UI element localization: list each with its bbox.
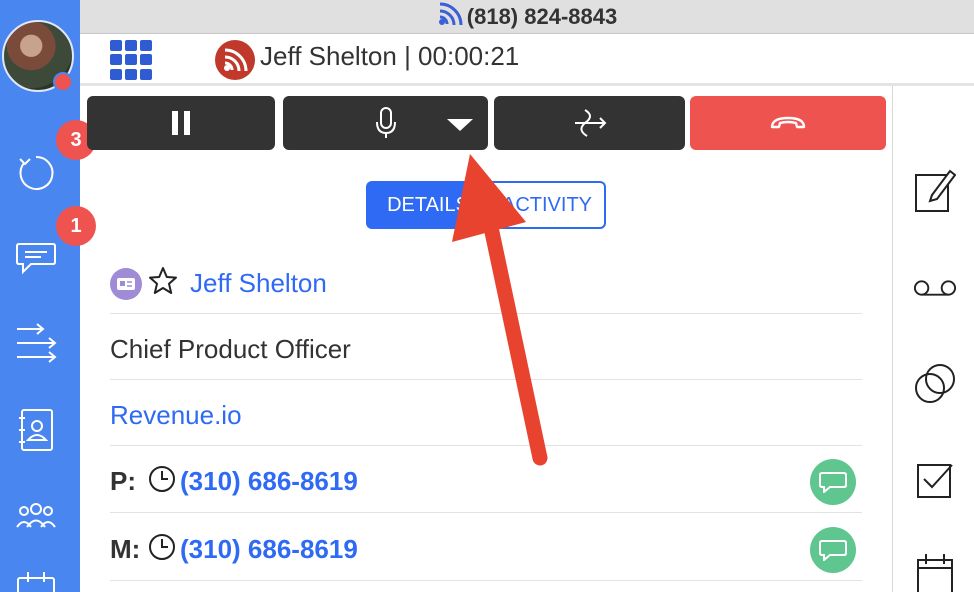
circles-icon[interactable] xyxy=(913,360,957,408)
presence-status-dot xyxy=(53,72,73,92)
checkbox-icon[interactable] xyxy=(913,456,957,504)
contact-card-icon[interactable] xyxy=(14,408,58,452)
contact-company-row: Revenue.io xyxy=(110,386,862,446)
pause-button[interactable] xyxy=(87,96,275,150)
chat-bubble-icon[interactable] xyxy=(14,236,58,280)
contact-title: Chief Product Officer xyxy=(110,334,351,364)
group-icon[interactable] xyxy=(14,494,58,538)
signal-icon xyxy=(437,2,463,32)
phone-row-primary: P: (310) 686-8619 xyxy=(110,451,862,513)
clock-icon xyxy=(148,533,176,566)
calendar-icon[interactable] xyxy=(913,552,957,592)
status-bar: (818) 824-8843 xyxy=(80,0,974,34)
transfer-arrows-icon[interactable] xyxy=(14,322,58,366)
phone-number-link[interactable]: (310) 686-8619 xyxy=(180,466,358,497)
contact-title-row: Chief Product Officer xyxy=(110,320,862,380)
caret-down-icon[interactable] xyxy=(447,118,473,136)
right-panel xyxy=(892,86,974,592)
transfer-call-button[interactable] xyxy=(494,96,685,150)
tab-activity[interactable]: ACTIVITY xyxy=(490,181,606,229)
sms-button[interactable] xyxy=(810,458,856,505)
star-favorite-icon[interactable] xyxy=(148,266,178,301)
separator: | xyxy=(396,41,419,71)
active-call-icon xyxy=(215,40,255,80)
calendar-icon[interactable] xyxy=(14,570,58,592)
phone-label: M: xyxy=(110,534,141,564)
phone-label: P: xyxy=(110,466,136,496)
contact-name-link[interactable]: Jeff Shelton xyxy=(190,268,327,299)
hang-up-button[interactable] xyxy=(690,96,886,150)
microphone-icon xyxy=(375,107,396,138)
sms-icon xyxy=(819,471,847,493)
detail-tabs: DETAILS ACTIVITY xyxy=(366,181,606,229)
transfer-call-icon xyxy=(574,109,606,137)
refresh-history-icon[interactable] xyxy=(14,151,58,195)
contact-name-row: Jeff Shelton xyxy=(110,254,862,314)
phone-number-link[interactable]: (310) 686-8619 xyxy=(180,534,358,565)
sidebar: 3 1 xyxy=(0,0,96,592)
pause-icon xyxy=(172,111,190,135)
call-timer: 00:00:21 xyxy=(418,41,520,71)
phone-row-mobile: M: (310) 686-8619 xyxy=(110,519,862,581)
clock-icon xyxy=(148,465,176,498)
user-phone-number: (818) 824-8843 xyxy=(466,3,618,29)
call-info: Jeff Shelton | 00:00:21 xyxy=(260,41,519,72)
tab-details[interactable]: DETAILS xyxy=(366,181,490,229)
contact-company-link[interactable]: Revenue.io xyxy=(110,400,242,431)
contact-card-icon xyxy=(110,267,142,300)
sms-icon xyxy=(819,539,847,561)
mute-button[interactable] xyxy=(283,96,488,150)
note-edit-icon[interactable] xyxy=(913,166,957,214)
call-header: Jeff Shelton | 00:00:21 xyxy=(80,34,974,86)
voicemail-icon[interactable] xyxy=(913,264,957,312)
dialpad-grid-icon[interactable] xyxy=(110,40,152,80)
messages-badge: 1 xyxy=(56,206,96,246)
caller-name: Jeff Shelton xyxy=(260,41,397,71)
hang-up-icon xyxy=(770,116,806,129)
sms-button[interactable] xyxy=(810,526,856,573)
